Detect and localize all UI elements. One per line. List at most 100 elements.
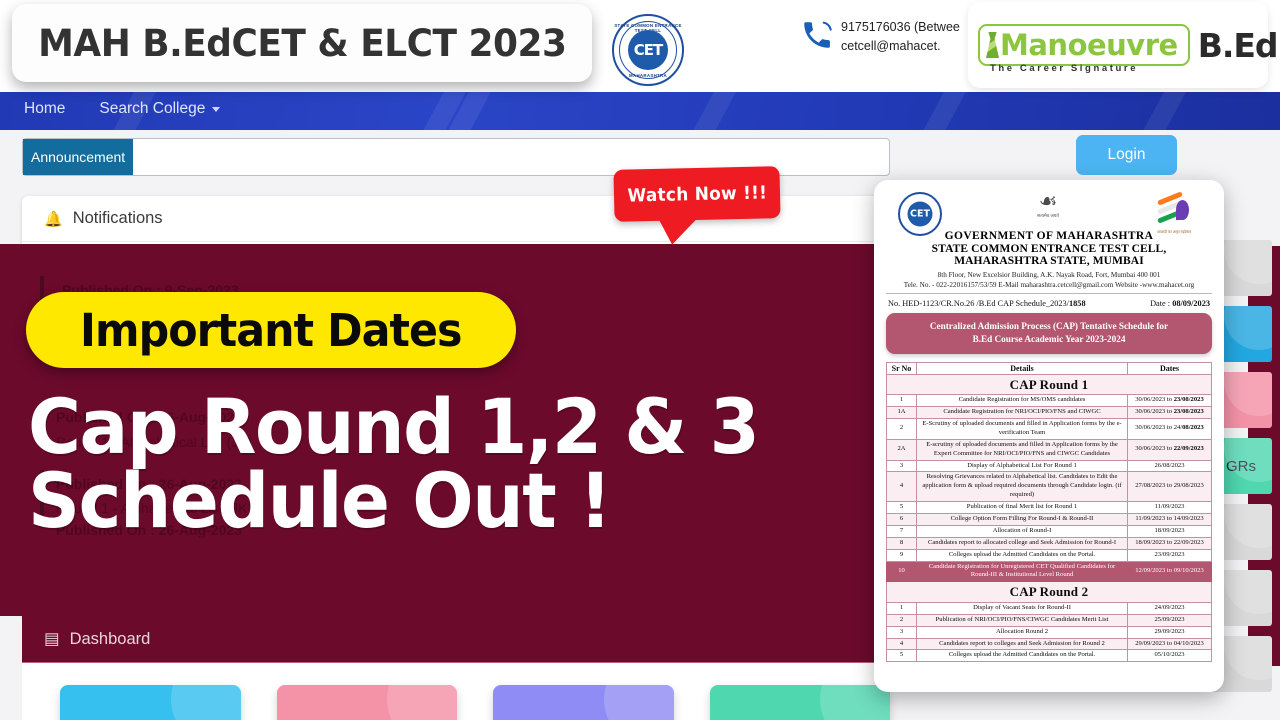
cell-dates: 30/06/2023 to 23/08/2023 — [1127, 394, 1212, 408]
website-page: GRs 🔔 Notifications Published On : 9-Sep… — [0, 0, 1280, 720]
table-row: 1 Display of Vacant Seats for Round-II 24/… — [886, 601, 1212, 615]
ref-no-number: 1858 — [1069, 299, 1086, 308]
page-title: MAH B.EdCET & ELCT 2023 — [37, 21, 567, 65]
contact-block: 9175176036 (Betwee cetcell@mahacet. — [800, 18, 993, 57]
dashboard-card[interactable]: Applications Verified — [493, 685, 674, 720]
cell-dates: 18/09/2023 — [1127, 524, 1212, 538]
cell-details: Publication of NRI/OCI/PIO/FNS/CIWGC Can… — [916, 613, 1128, 627]
cell-dates: 11/09/2023 to 14/09/2023 — [1127, 513, 1212, 526]
cell-sr-no: 2 — [886, 418, 917, 440]
cet-seal-center: CET — [633, 41, 663, 59]
cell-details: Resolving Grievances related to Alphabet… — [916, 471, 1128, 503]
table-section-heading: CAP Round 2 — [886, 581, 1212, 603]
watch-now-callout[interactable]: Watch Now !!! — [613, 166, 781, 222]
cell-details: College Option Form Filling For Round-I … — [916, 513, 1128, 526]
brand-logo-card: Manoeuvre The Career Signature B.Ed — [968, 2, 1279, 88]
table-row: 2 E-Scrutiny of uploaded documents and fi… — [886, 418, 1212, 440]
cap-schedule-table: Sr No Details Dates CAP Round 1 1 Candidate … — [886, 361, 1212, 663]
cell-sr-no: 6 — [886, 513, 917, 526]
cell-dates: 30/06/2023 to 22/09/2023 — [1127, 438, 1212, 461]
announcement-input[interactable] — [133, 149, 889, 165]
brand-suffix: B.Ed — [1197, 25, 1279, 65]
cell-sr-no: 2A — [886, 438, 917, 461]
important-dates-label: Important Dates — [80, 303, 462, 357]
dashboard-card[interactable]: Applications Locked — [276, 685, 457, 720]
login-button[interactable]: Login — [1076, 135, 1177, 175]
cell-dates: 05/10/2023 — [1127, 649, 1212, 663]
notifications-title: Notifications — [72, 209, 163, 227]
dashboard-header: ▤ Dashboard — [22, 616, 890, 662]
manoeuvre-logo: Manoeuvre — [978, 24, 1190, 66]
cell-details: Publication of final Merit list for Roun… — [916, 501, 1128, 515]
cell-sr-no: 10 — [886, 560, 917, 583]
date-value: 08/09/2023 — [1172, 299, 1210, 308]
important-dates-badge: Important Dates — [26, 292, 516, 368]
table-section-heading-row: CAP Round 2 — [886, 581, 1212, 603]
cell-dates: 30/06/2023 to 24/08/2023 — [1127, 418, 1212, 440]
banner-line1: Centralized Admission Process (CAP) Tent… — [929, 321, 1169, 331]
table-row: 10 Candidate Registration for Unregistere… — [886, 560, 1212, 583]
table-row: 3 Display of Alphabetical List For Round … — [886, 459, 1212, 473]
document-date: Date : 08/09/2023 — [1150, 299, 1210, 308]
navbar-items: Home Search College — [0, 88, 1280, 130]
document-tele: Tele. No. - 022-22016157/53/59 E-Mail ma… — [886, 281, 1212, 294]
cell-details: Colleges upload the Admitted Candidates … — [916, 649, 1128, 663]
cell-details: E-Scrutiny of uploaded documents and fil… — [916, 418, 1128, 440]
dashboard-cards: New Registrations Applications Locked Appl… — [22, 663, 890, 720]
cet-seal-arc-bottom: MAHARASHTRA — [629, 73, 667, 78]
table-row: 2A E-scrutiny of uploaded documents and f… — [886, 438, 1212, 461]
nav-item-label: Home — [24, 100, 66, 117]
cell-dates: 27/08/2023 to 29/08/2023 — [1127, 471, 1212, 503]
cell-dates: 29/09/2023 to 04/10/2023 — [1127, 637, 1212, 651]
brand-tagline: The Career Signature — [990, 63, 1139, 74]
cell-details: Candidates report to allocated college a… — [916, 536, 1128, 550]
watch-now-label: Watch Now !!! — [626, 181, 768, 207]
nav-item-search-college[interactable]: Search College — [99, 100, 221, 118]
cell-dates: 29/09/2023 — [1127, 625, 1212, 639]
cell-sr-no: 3 — [886, 625, 917, 639]
table-column-header: Details — [916, 361, 1128, 375]
bell-icon: 🔔 — [44, 210, 63, 228]
cell-details: Colleges upload the Admitted Candidates … — [916, 548, 1128, 562]
dashboard-card[interactable]: New Registrations — [60, 685, 241, 720]
table-row: 1 Candidate Registration for MS/OMS candi… — [886, 394, 1212, 408]
table-row: 2 Publication of NRI/OCI/PIO/FNS/CIWGC Ca… — [886, 613, 1212, 627]
main-navbar: Home Search College — [0, 88, 1280, 130]
banner-line2: B.Ed Course Academic Year 2023-2024 — [972, 334, 1126, 345]
cell-sr-no: 8 — [886, 536, 917, 550]
table-body: CAP Round 1 1 Candidate Registration for M… — [886, 373, 1212, 663]
cell-details: Display of Vacant Seats for Round-II — [916, 601, 1128, 615]
table-row: 5 Publication of final Merit list for Rou… — [886, 501, 1212, 515]
cell-details: Candidate Registration for NRI/OCI/PIO/F… — [916, 406, 1128, 420]
promo-overlay: Published On : 9-Sep-2023 Published On :… — [0, 244, 895, 616]
chevron-down-icon — [212, 106, 221, 112]
document-org-line2: STATE COMMON ENTRANCE TEST CELL, MAHARAS… — [931, 243, 1167, 267]
table-row: 1A Candidate Registration for NRI/OCI/PIO… — [886, 406, 1212, 420]
cell-details: Candidate Registration for Unregistered … — [916, 560, 1128, 583]
cell-sr-no: 3 — [886, 459, 917, 473]
cell-sr-no: 2 — [886, 613, 917, 627]
nav-item-home[interactable]: Home — [24, 100, 65, 118]
dashboard-card[interactable]: Options Locked — [709, 685, 890, 720]
table-column-header: Sr No — [886, 361, 917, 375]
cell-sr-no: 4 — [886, 637, 917, 651]
promo-headline: Cap Round 1,2 & 3 Schedule Out ! — [28, 382, 760, 546]
side-stat-label: GRs — [1226, 457, 1256, 475]
cell-sr-no: 1 — [886, 601, 917, 615]
table-row: 6 College Option Form Filling For Round-I… — [886, 513, 1212, 526]
cell-details: Allocation of Round-I — [916, 524, 1128, 538]
table-header-row: Sr No Details Dates — [886, 361, 1212, 375]
table-row: 4 Candidates report to colleges and Seek … — [886, 637, 1212, 651]
cell-details: Allocation Round 2 — [916, 625, 1128, 639]
cell-details: Candidate Registration for MS/OMS candid… — [916, 394, 1128, 408]
cell-sr-no: 1 — [886, 394, 917, 408]
cap-schedule-document: CET ☙ सत्यमेव जयते आज़ादी का अमृत महोत्सव… — [874, 180, 1224, 692]
date-label: Date : — [1150, 299, 1173, 308]
announcement-tag: Announcement — [23, 139, 133, 175]
cell-sr-no: 7 — [886, 524, 917, 538]
cell-sr-no: 9 — [886, 548, 917, 562]
cell-sr-no: 5 — [886, 649, 917, 663]
cell-dates: 26/08/2023 — [1127, 459, 1212, 473]
cell-dates: 23/09/2023 — [1127, 548, 1212, 562]
dashboard-title: Dashboard — [69, 629, 151, 648]
